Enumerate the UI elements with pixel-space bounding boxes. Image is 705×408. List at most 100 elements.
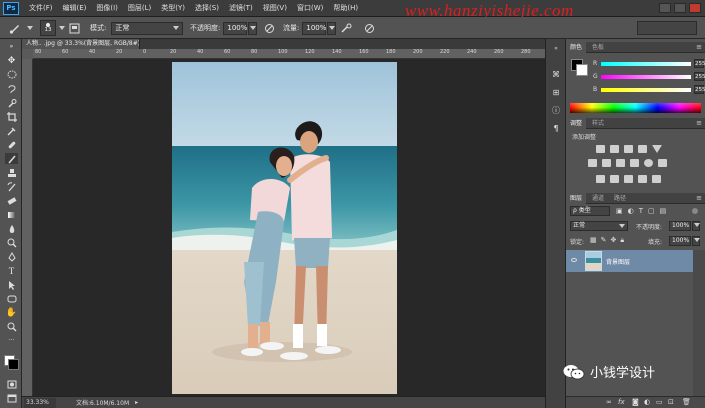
red-channel-slider[interactable] [601, 62, 691, 66]
fill-slider-toggle[interactable] [692, 236, 700, 246]
threshold-icon[interactable] [624, 175, 633, 183]
document-tab[interactable]: 人物.. .jpg @ 33.3%(背景图层, RGB/8#) × [22, 39, 140, 49]
menu-file[interactable]: 文件(F) [24, 3, 58, 13]
move-tool-icon[interactable]: ✥ [5, 55, 18, 66]
panel-menu-icon[interactable]: ≡ [696, 42, 702, 53]
fill-input[interactable]: 100% [669, 236, 691, 246]
panel-menu-icon[interactable]: ≡ [696, 118, 702, 129]
filter-shape-icon[interactable]: ▢ [648, 207, 655, 215]
maximize-button[interactable] [674, 3, 686, 13]
invert-icon[interactable] [596, 175, 605, 183]
more-tools-icon[interactable]: ··· [5, 335, 18, 346]
green-channel-input[interactable]: 255 [694, 72, 705, 81]
green-channel-slider[interactable] [601, 75, 691, 79]
brush-preset-dropdown-icon[interactable] [59, 26, 65, 30]
history-brush-tool-icon[interactable] [5, 181, 18, 192]
menu-image[interactable]: 图像(I) [91, 3, 123, 13]
tab-paths[interactable]: 路径 [610, 193, 630, 204]
layer-name[interactable]: 背景图层 [606, 257, 630, 266]
filter-type-icon[interactable]: T [639, 207, 643, 215]
exposure-icon[interactable] [638, 145, 647, 153]
menu-view[interactable]: 视图(V) [258, 3, 292, 13]
filter-adjustment-icon[interactable]: ◐ [628, 207, 634, 215]
eye-icon[interactable] [571, 258, 577, 262]
filter-smart-object-icon[interactable]: ▤ [660, 207, 667, 215]
color-balance-icon[interactable] [602, 159, 611, 167]
tab-adjustments[interactable]: 调整 [566, 118, 587, 129]
path-selection-tool-icon[interactable] [5, 279, 18, 290]
layer-style-icon[interactable]: fx [618, 398, 625, 406]
new-layer-icon[interactable]: ⊡ [668, 398, 674, 406]
lock-all-icon[interactable]: 🔒︎ [620, 236, 624, 245]
menu-layer[interactable]: 图层(L) [123, 3, 156, 13]
layer-opacity-input[interactable]: 100% [669, 221, 691, 231]
photo-filter-icon[interactable] [630, 159, 639, 167]
tab-channels[interactable]: 通道 [588, 193, 608, 204]
layer-opacity-slider-toggle[interactable] [692, 221, 700, 231]
menu-type[interactable]: 类型(Y) [156, 3, 190, 13]
close-button[interactable] [689, 3, 701, 13]
filter-toggle-icon[interactable] [692, 208, 698, 214]
collapse-panels-icon[interactable]: « [550, 43, 562, 54]
screen-mode-icon[interactable] [5, 393, 18, 404]
color-panel-background-swatch[interactable] [576, 64, 588, 76]
workspace-select[interactable] [637, 21, 697, 35]
vertical-ruler[interactable] [22, 49, 33, 396]
blur-tool-icon[interactable] [5, 223, 18, 234]
shape-tool-icon[interactable] [5, 293, 18, 304]
menu-filter[interactable]: 滤镜(T) [224, 3, 258, 13]
type-tool-icon[interactable]: T [5, 265, 18, 276]
brush-preset-picker[interactable]: 13 [40, 20, 56, 36]
panel-menu-icon[interactable]: ≡ [696, 193, 702, 204]
eraser-tool-icon[interactable] [5, 195, 18, 206]
paragraph-panel-icon[interactable]: ¶ [550, 123, 562, 134]
black-white-icon[interactable] [616, 159, 625, 167]
flow-input[interactable]: 100% [302, 21, 326, 35]
channel-mixer-icon[interactable] [644, 159, 653, 167]
delete-layer-icon[interactable]: 🗑︎ [682, 398, 691, 406]
red-channel-input[interactable]: 255 [694, 59, 705, 68]
zoom-level-field[interactable]: 33.33% [24, 397, 56, 408]
clone-stamp-tool-icon[interactable] [5, 167, 18, 178]
lock-transparent-icon[interactable]: ▦ [590, 236, 597, 245]
hue-saturation-icon[interactable] [588, 159, 597, 167]
document-image[interactable] [172, 62, 397, 394]
dodge-tool-icon[interactable] [5, 237, 18, 248]
menu-help[interactable]: 帮助(H) [328, 3, 363, 13]
brush-panel-toggle-icon[interactable] [67, 21, 81, 35]
lock-pixels-icon[interactable]: ✎ [601, 236, 607, 245]
horizontal-ruler[interactable]: 80 60 40 20 0 20 40 60 80 100 120 140 160 180 200 220 24… [33, 49, 545, 59]
marquee-tool-icon[interactable] [5, 69, 18, 80]
menu-window[interactable]: 窗口(W) [292, 3, 328, 13]
posterize-icon[interactable] [610, 175, 619, 183]
status-info-arrow-icon[interactable]: ▸ [135, 399, 138, 406]
blue-channel-slider[interactable] [601, 88, 691, 92]
opacity-slider-toggle[interactable] [248, 21, 258, 35]
levels-icon[interactable] [610, 145, 619, 153]
collapse-toolbar-icon[interactable]: » [5, 41, 18, 52]
lock-position-icon[interactable]: ✥ [611, 236, 617, 245]
layers-scrollbar[interactable] [693, 250, 705, 396]
brightness-contrast-icon[interactable] [596, 145, 605, 153]
eyedropper-tool-icon[interactable] [5, 125, 18, 136]
info-panel-icon[interactable]: ⓘ [550, 105, 562, 116]
properties-panel-icon[interactable]: ⊞ [550, 87, 562, 98]
ruler-origin[interactable] [22, 49, 33, 59]
add-mask-icon[interactable]: ◙ [632, 398, 639, 406]
history-panel-icon[interactable]: ⌘ [550, 69, 562, 80]
tool-preset-dropdown-icon[interactable] [27, 26, 33, 30]
tab-layers[interactable]: 图层 [566, 193, 587, 204]
brush-tool-icon[interactable] [5, 153, 18, 164]
zoom-tool-icon[interactable] [5, 321, 18, 332]
quick-mask-icon[interactable] [5, 379, 18, 390]
hand-tool-icon[interactable]: ✋ [5, 307, 18, 318]
layer-blend-mode-select[interactable]: 正常 [570, 221, 628, 231]
opacity-input[interactable]: 100% [223, 21, 247, 35]
menu-select[interactable]: 选择(S) [190, 3, 224, 13]
tablet-pressure-size-icon[interactable] [362, 21, 376, 35]
quick-selection-tool-icon[interactable] [5, 97, 18, 108]
tablet-pressure-opacity-icon[interactable] [262, 21, 276, 35]
crop-tool-icon[interactable] [5, 111, 18, 122]
new-group-icon[interactable]: ▭ [656, 398, 663, 406]
filter-pixel-icon[interactable]: ▣ [616, 207, 623, 215]
